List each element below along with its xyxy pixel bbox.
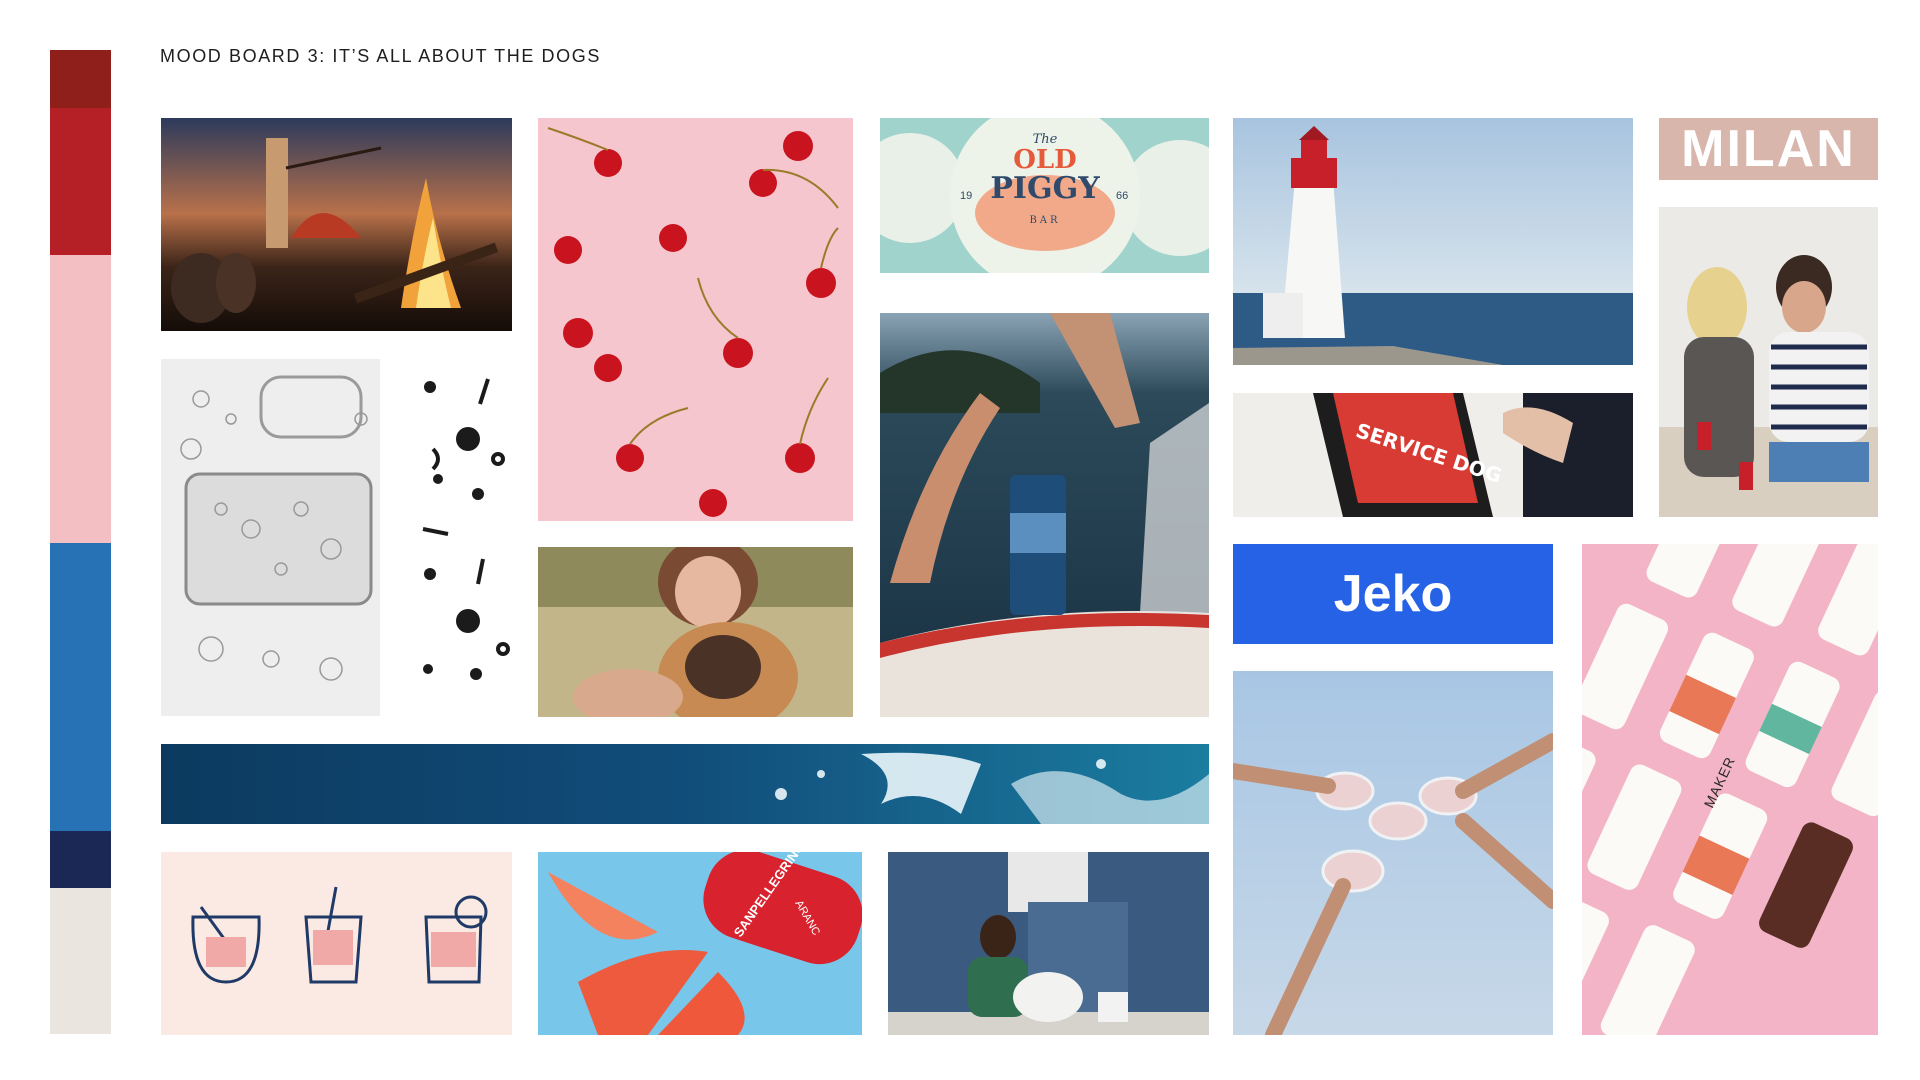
coaster-right-num: 66 — [1116, 190, 1129, 202]
cherry-pattern — [538, 118, 853, 521]
boat-can-photo — [880, 313, 1209, 717]
cocktail-icons — [161, 852, 512, 1035]
bubbles-photo — [161, 359, 380, 716]
paw-bone-pattern — [408, 359, 512, 716]
kitchen-photo — [888, 852, 1209, 1035]
swatch-pink — [50, 255, 111, 543]
pug-photo — [538, 547, 853, 717]
jeko-logo: Jeko — [1233, 544, 1553, 644]
page-title: MOOD BOARD 3: IT’S ALL ABOUT THE DOGS — [160, 46, 601, 66]
swatch-dark-red — [50, 50, 111, 108]
swatch-navy — [50, 831, 111, 888]
couple-photo — [1659, 207, 1878, 517]
coaster-left-num: 19 — [960, 190, 973, 202]
grapefruit-photo: SANPELLEGRINO ARANC — [538, 852, 862, 1035]
service-dog-photo: SERVICE DOG — [1233, 393, 1633, 517]
brand-old: OLD — [1013, 145, 1077, 175]
swatch-red — [50, 108, 111, 255]
swatch-cream — [50, 888, 111, 1034]
ocean-water — [161, 744, 1209, 824]
old-piggy-coasters: The OLD PIGGY BAR 19 66 — [880, 118, 1209, 273]
milan-logo: MILAN — [1659, 118, 1878, 180]
campfire-photo — [161, 118, 512, 331]
brand-bar: BAR — [1029, 215, 1061, 226]
swatch-blue — [50, 543, 111, 831]
lighthouse-photo — [1233, 118, 1633, 365]
toast-photo — [1233, 671, 1553, 1035]
maker-cans-photo: MAKER — [1582, 544, 1878, 1035]
brand-piggy: PIGGY — [990, 171, 1100, 206]
coaster-brand: The OLD PIGGY BAR — [980, 132, 1110, 226]
